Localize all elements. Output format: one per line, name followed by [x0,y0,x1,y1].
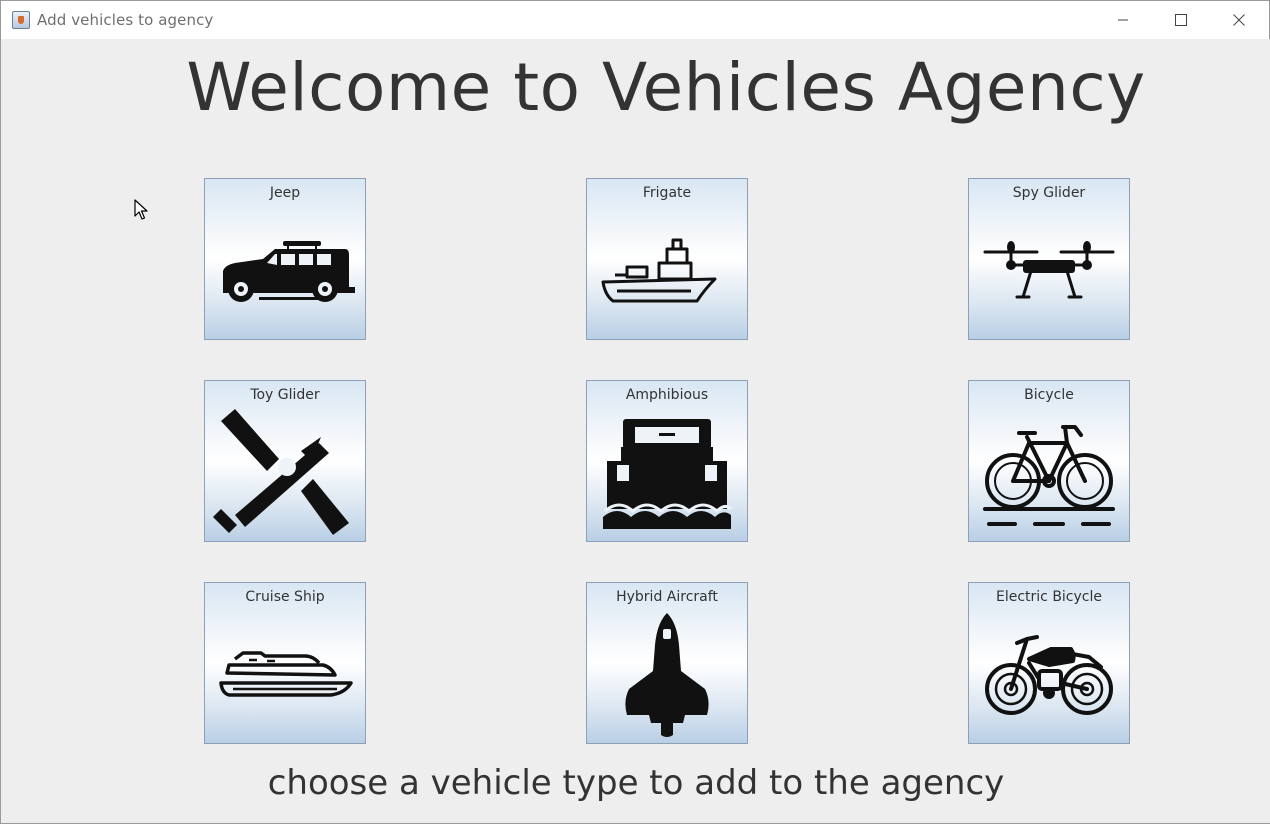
spy-glider-button[interactable]: Spy Glider [968,178,1130,340]
cruise-ship-icon [219,651,353,697]
bicycle-button[interactable]: Bicycle [968,380,1130,542]
maximize-icon [1175,14,1187,26]
close-button[interactable] [1210,1,1268,39]
drone-icon [983,241,1115,299]
toy-glider-icon [213,409,349,535]
electric-bicycle-button[interactable]: Electric Bicycle [968,582,1130,744]
cruise-ship-button[interactable]: Cruise Ship [204,582,366,744]
amphibious-button[interactable]: Amphibious [586,380,748,542]
frigate-button[interactable]: Frigate [586,178,748,340]
minimize-icon [1118,19,1128,21]
close-icon [1233,14,1245,26]
jeep-button[interactable]: Jeep [204,178,366,340]
frigate-icon [601,238,717,303]
welcome-heading: Welcome to Vehicles Agency [186,49,1146,126]
window-title: Add vehicles to agency [37,11,214,29]
content-pane: Welcome to Vehicles Agency Jeep Frigate [2,39,1270,823]
title-bar[interactable]: Add vehicles to agency [1,1,1269,39]
space-shuttle-icon [625,613,709,737]
toy-glider-button[interactable]: Toy Glider [204,380,366,542]
maximize-button[interactable] [1152,1,1210,39]
app-window: Add vehicles to agency Welcome to Vehicl… [0,0,1270,824]
jeep-icon [223,241,355,302]
motorbike-icon [985,635,1113,715]
mouse-cursor-icon [134,199,148,220]
java-app-icon [12,11,30,29]
instruction-text: choose a vehicle type to add to the agen… [267,763,1005,803]
hybrid-aircraft-button[interactable]: Hybrid Aircraft [586,582,748,744]
minimize-button[interactable] [1094,1,1152,39]
amphibious-icon [603,419,733,529]
bicycle-icon [983,425,1115,526]
